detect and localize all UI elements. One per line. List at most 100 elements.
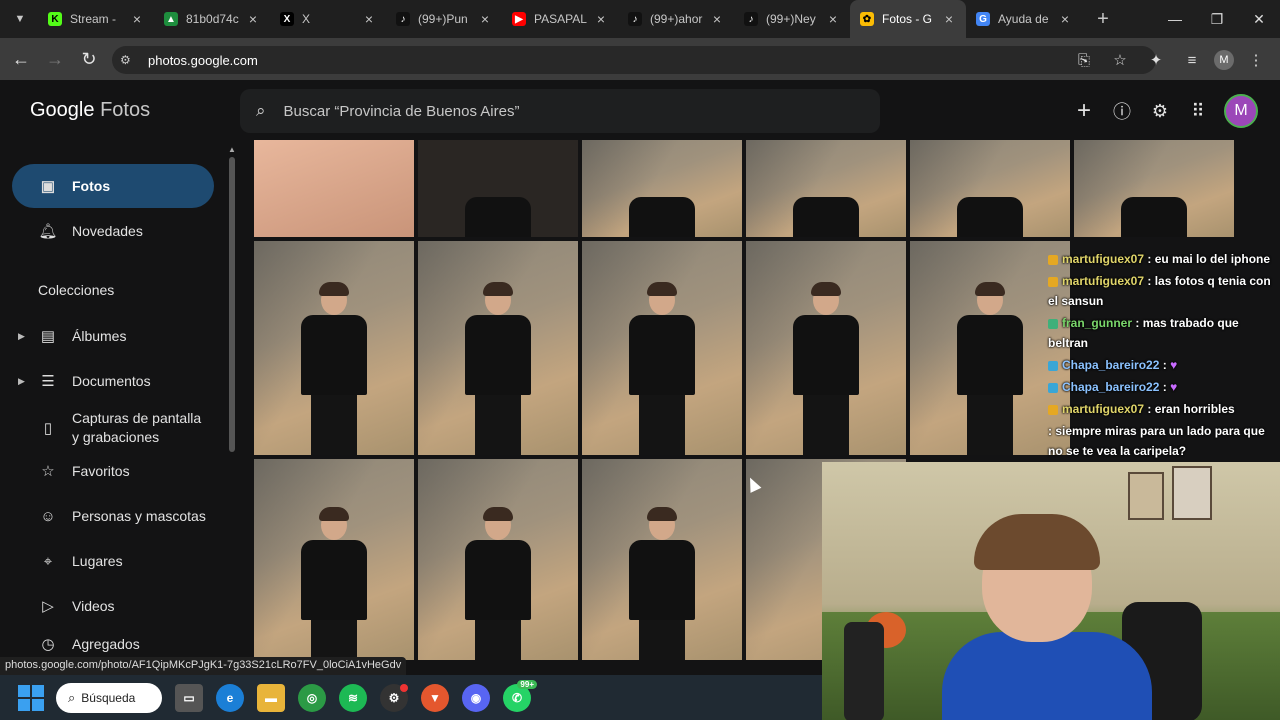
extensions-icon[interactable]: ✦ [1142, 46, 1170, 74]
tab-x[interactable]: X X × [270, 0, 386, 38]
expand-arrow-icon[interactable]: ▶ [18, 376, 25, 387]
photo-thumbnail[interactable] [582, 140, 742, 237]
search-icon[interactable]: ⌕ [256, 101, 266, 121]
chat-username: martufiguex07 [1062, 252, 1145, 266]
tiktok-icon: ♪ [744, 12, 758, 26]
brave-icon[interactable]: ▼ [421, 683, 449, 712]
photo-thumbnail[interactable] [746, 241, 906, 455]
tab-search-button[interactable]: ▼ [6, 5, 34, 33]
close-icon[interactable]: × [594, 11, 608, 27]
sidebar: ▣ Fotos 🔔︎ Novedades Colecciones ▶ ▤ Álb… [0, 140, 230, 660]
expand-arrow-icon[interactable]: ▶ [18, 331, 25, 342]
tab-stream[interactable]: K Stream - × [38, 0, 154, 38]
photo-thumbnail[interactable] [582, 459, 742, 660]
media-icon[interactable]: ≡ [1178, 46, 1206, 74]
chat-message: Chapa_bareiro22 : ♥ [1044, 376, 1280, 398]
bookmark-star-icon[interactable]: ☆ [1106, 46, 1134, 74]
wall-poster [1128, 472, 1164, 520]
install-app-icon[interactable]: ⎘ [1070, 46, 1098, 74]
tab-tiktok-3[interactable]: ♪ (99+)Ney × [734, 0, 850, 38]
apps-grid-icon[interactable]: ⠿ [1186, 99, 1210, 123]
scroll-up-icon[interactable]: ▲ [228, 145, 236, 154]
photo-thumbnail[interactable] [910, 140, 1070, 237]
streamer-jersey [942, 632, 1152, 720]
sidebar-item-albumes[interactable]: ▶ ▤ Álbumes [12, 314, 214, 358]
sidebar-item-lugares[interactable]: ⌖ Lugares [12, 539, 214, 583]
add-icon[interactable]: + [1072, 97, 1096, 124]
close-icon[interactable]: × [710, 11, 724, 27]
photo-thumbnail[interactable] [254, 459, 414, 660]
close-icon[interactable]: × [246, 11, 260, 27]
sidebar-item-favoritos[interactable]: ☆ Favoritos [12, 449, 214, 493]
address-bar[interactable]: ⚙ photos.google.com [112, 46, 1156, 74]
settings-gear-icon[interactable]: ⚙ [1148, 99, 1172, 123]
streamer-hair [974, 514, 1100, 570]
scrollbar-thumb[interactable] [229, 157, 235, 452]
new-tab-button[interactable]: + [1088, 8, 1118, 31]
tab-title: (99+)Pun [418, 12, 468, 26]
photo-thumbnail[interactable] [418, 459, 578, 660]
clock-icon: ◷ [41, 636, 55, 653]
sidebar-item-personas[interactable]: ☺ Personas y mascotas [12, 494, 214, 538]
photo-thumbnail[interactable] [254, 140, 414, 237]
site-info-icon[interactable]: ⚙ [120, 53, 138, 67]
windows-start-icon[interactable] [18, 684, 44, 711]
close-icon[interactable]: × [362, 11, 376, 27]
sidebar-item-label: Agregados [72, 636, 140, 652]
tab-google-help[interactable]: G Ayuda de × [966, 0, 1082, 38]
profile-avatar[interactable]: M [1214, 50, 1234, 70]
tab-tiktok-1[interactable]: ♪ (99+)Pun × [386, 0, 502, 38]
photo-thumbnail[interactable] [746, 140, 906, 237]
chrome-icon[interactable]: ◎ [298, 683, 326, 712]
edge-icon[interactable]: e [216, 683, 244, 712]
photo-thumbnail[interactable] [254, 241, 414, 455]
settings-app-icon[interactable]: ⚙ [380, 683, 408, 712]
close-icon[interactable]: × [826, 11, 840, 27]
search-input[interactable]: Buscar “Provincia de Buenos Aires” [284, 103, 520, 120]
file-explorer-icon[interactable]: ▬ [257, 683, 285, 712]
account-avatar[interactable]: M [1224, 94, 1258, 128]
discord-icon[interactable]: ◉ [462, 683, 490, 712]
maximize-icon[interactable]: ❐ [1196, 0, 1238, 38]
photo-thumbnail[interactable] [1074, 140, 1234, 237]
whatsapp-icon[interactable]: ✆ 99+ [503, 679, 537, 712]
tab-youtube[interactable]: ▶ PASAPAL × [502, 0, 618, 38]
close-window-icon[interactable]: ✕ [1238, 0, 1280, 38]
close-icon[interactable]: × [1058, 11, 1072, 27]
sidebar-item-label: Videos [72, 598, 115, 614]
spotify-icon[interactable]: ≋ [339, 683, 367, 712]
task-view-icon[interactable]: ▭ [175, 683, 203, 712]
sidebar-item-label: Favoritos [72, 463, 130, 479]
google-photos-logo[interactable]: Google Fotos [30, 99, 150, 122]
photo-thumbnail[interactable] [418, 140, 578, 237]
back-icon[interactable]: ← [4, 42, 38, 76]
photo-thumbnail[interactable] [582, 241, 742, 455]
minimize-icon[interactable]: — [1154, 0, 1196, 38]
chat-text: : siempre miras para un lado para que no… [1048, 424, 1265, 458]
chat-message: fran_gunner : mas trabado que beltran [1044, 312, 1280, 354]
taskbar-search[interactable]: ⌕ Búsqueda [56, 682, 162, 713]
sidebar-item-fotos[interactable]: ▣ Fotos [12, 164, 214, 208]
sidebar-scrollbar[interactable]: ▲ [228, 145, 236, 455]
sidebar-item-novedades[interactable]: 🔔︎ Novedades [12, 209, 214, 253]
search-bar[interactable]: ⌕ Buscar “Provincia de Buenos Aires” [240, 89, 880, 133]
tab-tiktok-2[interactable]: ♪ (99+)ahor × [618, 0, 734, 38]
reload-icon[interactable]: ↻ [72, 42, 106, 76]
tab-drive[interactable]: ▲ 81b0d74c × [154, 0, 270, 38]
menu-icon[interactable]: ⋮ [1242, 46, 1270, 74]
tab-google-photos[interactable]: ✿ Fotos - G × [850, 0, 966, 38]
photo-thumbnail[interactable] [418, 241, 578, 455]
chat-message: martufiguex07 : eran horribles [1044, 398, 1280, 420]
close-icon[interactable]: × [130, 11, 144, 27]
youtube-icon: ▶ [512, 12, 526, 26]
sidebar-item-capturas[interactable]: ▯ Capturas de pantalla y grabaciones [12, 404, 214, 452]
close-icon[interactable]: × [942, 11, 956, 27]
help-icon[interactable]: ⓘ [1110, 99, 1134, 123]
tab-title: Stream - [70, 12, 117, 26]
window-controls: — ❐ ✕ [1154, 0, 1280, 38]
sidebar-item-documentos[interactable]: ▶ ☰ Documentos [12, 359, 214, 403]
search-icon: ⌕ [68, 689, 76, 705]
close-icon[interactable]: × [478, 11, 492, 27]
forward-icon[interactable]: → [38, 42, 72, 76]
emote-icon: ♥ [1170, 380, 1178, 394]
